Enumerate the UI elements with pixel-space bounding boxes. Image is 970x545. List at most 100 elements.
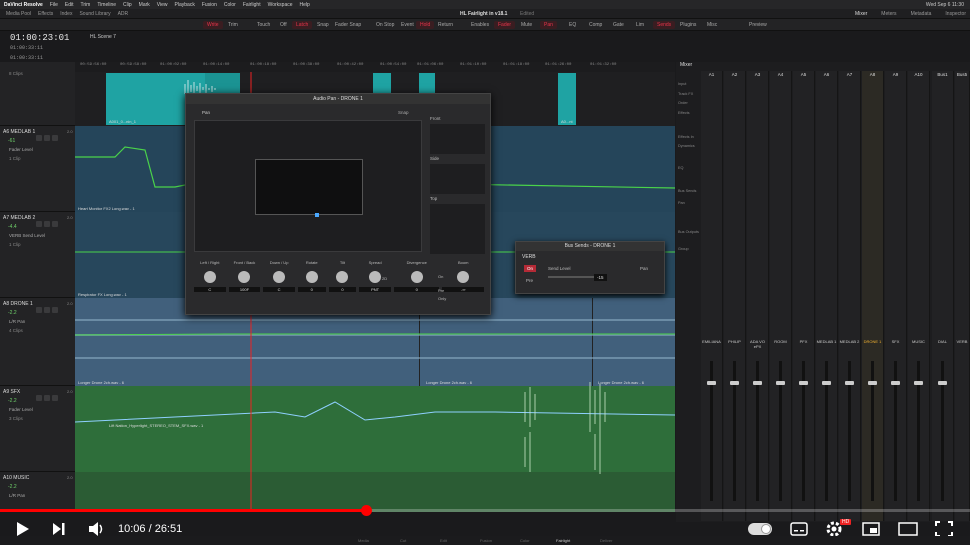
knob-value[interactable]: C	[263, 287, 295, 292]
mixer-strip[interactable]: A1 EMILIANA	[701, 71, 723, 521]
boom-control[interactable]: Boom -∞	[442, 260, 484, 310]
app-menu[interactable]: DaVinci Resolve	[4, 2, 43, 8]
boom-only-toggle[interactable]: Only	[438, 296, 446, 301]
mute-button[interactable]	[52, 135, 58, 141]
menu-clip[interactable]: Clip	[123, 2, 132, 8]
menu-mark[interactable]: Mark	[139, 2, 150, 8]
fader-knob[interactable]	[707, 381, 716, 385]
pan-position-icon[interactable]	[315, 213, 319, 217]
automation-param[interactable]: L/R Pan	[9, 319, 25, 324]
tab-fairlight[interactable]: Fairlight	[556, 538, 570, 543]
adr-button[interactable]: ADR	[118, 11, 129, 17]
mixer-strip[interactable]: A2 PHILIP	[724, 71, 746, 521]
knob-icon[interactable]	[203, 271, 216, 283]
knob-value[interactable]: 0	[297, 287, 326, 292]
down-up-control[interactable]: Down / Up C	[263, 260, 295, 310]
fader-knob[interactable]	[799, 381, 808, 385]
index-button[interactable]: Index	[60, 11, 72, 17]
tab-deliver[interactable]: Deliver	[600, 538, 612, 543]
knob-value[interactable]: C	[194, 287, 226, 292]
fader-knob[interactable]	[938, 381, 947, 385]
front-view[interactable]	[430, 124, 485, 154]
fullscreen-icon[interactable]	[935, 521, 953, 537]
comp-enable-button[interactable]: Comp	[585, 21, 606, 29]
mixer-strip[interactable]: A7 MEDLAB 2	[839, 71, 861, 521]
track-header-top[interactable]: 8 Clips	[0, 62, 75, 126]
automation-param[interactable]: Fader Level	[9, 407, 33, 412]
tab-media[interactable]: Media	[358, 538, 369, 543]
enables-button[interactable]: Enables	[467, 21, 493, 29]
spread-control[interactable]: Spread PNT	[359, 260, 391, 310]
mute-button[interactable]	[52, 307, 58, 313]
knob-icon[interactable]	[305, 271, 318, 283]
mixer-strip[interactable]: A10 MUSIC	[908, 71, 930, 521]
video-progress-bar[interactable]	[0, 505, 970, 516]
fader-snap-button[interactable]: Fader Snap	[331, 21, 365, 29]
top-view[interactable]	[430, 204, 485, 254]
pan-toggle[interactable]: Pan	[202, 110, 210, 115]
knob-icon[interactable]	[336, 271, 349, 283]
menu-fusion[interactable]: Fusion	[202, 2, 217, 8]
2d-toggle[interactable]: 2D	[382, 276, 387, 281]
track-header-a6[interactable]: A6 MEDLAB 1 -61 Fader Level 1 Clip 2.0	[0, 126, 75, 212]
fader-knob[interactable]	[891, 381, 900, 385]
latch-button[interactable]: Latch	[292, 21, 313, 29]
knob-value[interactable]: 0	[393, 287, 440, 292]
automation-param[interactable]: Fader Level	[9, 147, 33, 152]
mixer-strip[interactable]: A8 DRONE 1	[862, 71, 884, 521]
snap-toggle[interactable]: Snap	[398, 110, 409, 115]
autoplay-toggle[interactable]	[748, 523, 772, 535]
mixer-strip[interactable]: A5 PFX	[793, 71, 815, 521]
record-button[interactable]	[36, 135, 42, 141]
knob-value[interactable]: 0	[328, 287, 357, 292]
tab-cut[interactable]: Cut	[400, 538, 406, 543]
pan-field[interactable]	[194, 120, 422, 252]
tab-edit[interactable]: Edit	[440, 538, 447, 543]
play-icon[interactable]	[16, 521, 30, 537]
track-header-a7[interactable]: A7 MEDLAB 2 -4.4 VERB Send Level 1 Clip …	[0, 212, 75, 298]
knob-icon[interactable]	[273, 271, 286, 283]
window-title[interactable]: Bus Sends - DRONE 1	[516, 242, 664, 251]
effects-button[interactable]: Effects	[38, 11, 53, 17]
mixer-strip[interactable]: A4 ROOM	[770, 71, 792, 521]
mute-enable-button[interactable]: Mute	[517, 21, 536, 29]
menu-help[interactable]: Help	[300, 2, 310, 8]
write-button[interactable]: Write	[203, 21, 223, 29]
solo-button[interactable]	[44, 307, 50, 313]
solo-button[interactable]	[44, 135, 50, 141]
knob-icon[interactable]	[457, 271, 470, 283]
side-view[interactable]	[430, 164, 485, 194]
tilt-control[interactable]: Tilt 0	[328, 260, 357, 310]
automation-param[interactable]: VERB Send Level	[9, 233, 45, 238]
media-pool-button[interactable]: Media Pool	[6, 11, 31, 17]
knob-value[interactable]: PNT	[359, 287, 391, 292]
fader-knob[interactable]	[776, 381, 785, 385]
boom-pre-toggle[interactable]: Pre	[438, 288, 444, 293]
theater-mode-icon[interactable]	[898, 522, 918, 536]
touch-button[interactable]: Touch	[253, 21, 274, 29]
automation-param[interactable]: L/R Pan	[9, 493, 25, 498]
track-header-a10[interactable]: A10 MUSIC -2.2 L/R Pan 2.0	[0, 472, 75, 512]
lim-enable-button[interactable]: Lim	[632, 21, 648, 29]
send-level-value[interactable]: -15	[594, 274, 607, 281]
menu-edit[interactable]: Edit	[65, 2, 74, 8]
plugins-enable-button[interactable]: Plugins	[676, 21, 700, 29]
mute-button[interactable]	[52, 221, 58, 227]
bus-pre-button[interactable]: Pre	[526, 278, 533, 283]
track-header-a9[interactable]: A9 SFX -2.2 Fader Level 3 Clips 2.0	[0, 386, 75, 472]
mixer-strip[interactable]: A6 MEDLAB 1	[816, 71, 838, 521]
knob-value[interactable]: -∞	[442, 287, 484, 292]
next-icon[interactable]	[52, 521, 66, 537]
mixer-strip[interactable]: A9 SFX	[885, 71, 907, 521]
inspector-button[interactable]: Inspector	[945, 11, 966, 17]
fader-knob[interactable]	[753, 381, 762, 385]
menu-fairlight[interactable]: Fairlight	[243, 2, 261, 8]
menu-view[interactable]: View	[157, 2, 168, 8]
mixer-button[interactable]: Mixer	[855, 11, 867, 17]
menu-trim[interactable]: Trim	[81, 2, 91, 8]
gate-enable-button[interactable]: Gate	[609, 21, 628, 29]
volume-icon[interactable]	[88, 521, 106, 537]
record-button[interactable]	[36, 307, 42, 313]
left-right-control[interactable]: Left / Right C	[194, 260, 226, 310]
menu-timeline[interactable]: Timeline	[97, 2, 116, 8]
